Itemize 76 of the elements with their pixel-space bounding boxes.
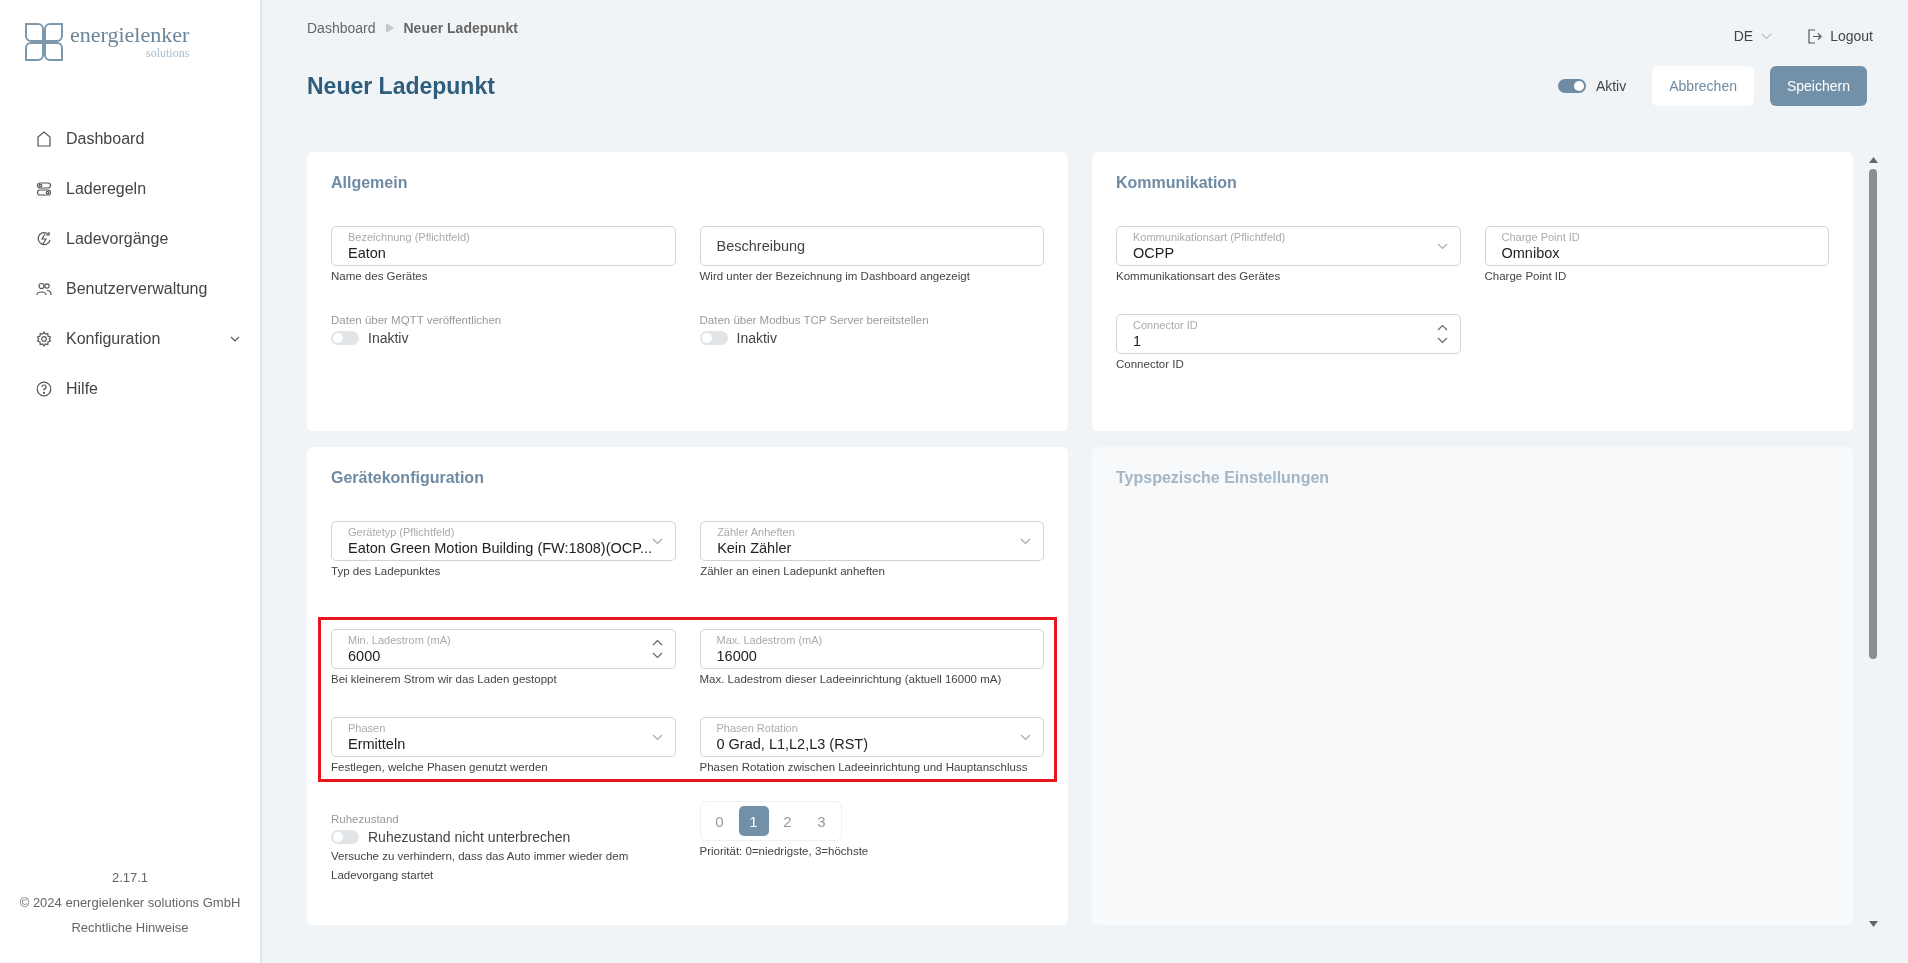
toggle-label: Aktiv <box>1595 78 1627 94</box>
input-field[interactable]: Bezeichnung (Pflichtfeld) Eaton <box>331 226 676 266</box>
logo-icon <box>24 22 64 62</box>
gear-icon <box>36 331 52 347</box>
input-field[interactable]: Beschreibung <box>699 226 1044 266</box>
sidebar-item[interactable]: Benutzerverwaltung <box>36 264 260 314</box>
help-icon <box>36 381 52 397</box>
chevron-down-icon <box>1020 733 1031 741</box>
logo-tagline: solutions <box>145 45 190 61</box>
chevron-down-icon <box>651 733 663 741</box>
copyright-text: © 2024 energielenker solutions GmbH <box>19 895 241 910</box>
chevron-down-icon <box>230 336 240 342</box>
helper-text: Typ des Ladepunktes <box>331 565 441 577</box>
helper-text: Charge Point ID <box>1484 270 1567 282</box>
toggle-label: Inaktiv <box>368 330 409 346</box>
toggle-label: Inaktiv <box>736 330 777 346</box>
helper-text: Kommunikationsart des Gerätes <box>1116 270 1281 282</box>
sidebar-item[interactable]: Dashboard <box>36 114 260 164</box>
toggle-caption: Ruhezustand <box>331 813 399 825</box>
chevron-down-icon <box>1436 242 1448 250</box>
breadcrumb-link[interactable]: Dashboard <box>307 20 376 36</box>
sidebar-item[interactable]: Ladevorgänge <box>36 214 260 264</box>
helper-text: Festlegen, welche Phasen genutzt werden <box>331 761 548 773</box>
helper-text: Connector ID <box>1116 358 1184 370</box>
scroll-down-icon[interactable] <box>1868 921 1878 927</box>
card-title: Typspezische Einstellungen <box>1116 469 1331 487</box>
helper-text: Max. Ladestrom dieser Ladeeinrichtung (aktuell 16000 mA) <box>699 673 1002 685</box>
input-field[interactable]: Max. Ladestrom (mA) 16000 <box>699 629 1044 669</box>
select-field[interactable]: Phasen Ermitteln <box>331 717 676 757</box>
toggle-switch[interactable] <box>331 830 359 844</box>
scroll-up-icon[interactable] <box>1868 157 1878 163</box>
helper-text: Zähler an einen Ladepunkt anheften <box>700 565 885 577</box>
spinner-arrows-icon[interactable] <box>651 639 663 659</box>
users-icon <box>36 281 52 297</box>
input-field[interactable]: Charge Point ID Omnibox <box>1484 226 1829 266</box>
card-title: Allgemein <box>331 174 409 192</box>
input-field[interactable]: Min. Ladestrom (mA) 6000 <box>331 629 676 669</box>
bolt-refresh-icon <box>36 231 52 247</box>
breadcrumb-link[interactable]: Neuer Ladepunkt <box>403 20 518 36</box>
helper-text: Bei kleinerem Strom wir das Laden gestoppt <box>331 673 557 685</box>
home-icon <box>36 131 52 147</box>
input-field[interactable]: Connector ID 1 <box>1116 314 1461 354</box>
helper-text: Phasen Rotation zwischen Ladeeinrichtung und Hauptanschluss <box>699 761 1028 773</box>
card-title: Kommunikation <box>1116 174 1238 192</box>
select-field[interactable]: Zähler Anheften Kein Zähler <box>700 521 1044 561</box>
version-text: 2.17.1 <box>111 870 149 885</box>
helper-text: Priorität: 0=niedrigste, 3=höchste <box>699 845 869 857</box>
logout-button[interactable]: Logout <box>1808 28 1873 44</box>
helper-text: Wird unter der Bezeichnung im Dashboard angezeigt <box>699 270 970 282</box>
toggle-caption: Daten über MQTT veröffentlichen <box>331 314 502 326</box>
sidebar-item[interactable]: Laderegeln <box>36 164 260 214</box>
cancel-button[interactable]: Abbrechen <box>1652 66 1754 106</box>
page-title: Neuer Ladepunkt <box>307 72 495 100</box>
toggle-switch[interactable] <box>699 331 728 345</box>
chevron-down-icon <box>1761 32 1773 40</box>
logo-wordmark: energielenker <box>70 23 190 46</box>
select-field[interactable]: Kommunikationsart (Pflichtfeld) OCPP <box>1116 226 1461 266</box>
language-dropdown[interactable]: DE <box>1733 28 1773 44</box>
toggle-label: Ruhezustand nicht unterbrechen <box>368 829 571 845</box>
select-field[interactable]: Gerätetyp (Pflichtfeld) Eaton Green Motion Building (FW:1808)(OCP... <box>331 521 677 561</box>
toggle-caption: Daten über Modbus TCP Server bereitstellen <box>699 314 929 326</box>
chevron-down-icon <box>652 537 664 545</box>
toggles-icon <box>36 181 52 197</box>
helper-text: Name des Gerätes <box>331 270 428 282</box>
toggle-switch[interactable] <box>331 331 359 345</box>
select-field[interactable]: Phasen Rotation 0 Grad, L1,L2,L3 (RST) <box>699 717 1044 757</box>
breadcrumb-separator-icon <box>385 23 394 33</box>
helper-text: Versuche zu verhindern, dass das Auto immer wieder dem Ladevorgang startet <box>331 849 630 883</box>
sidebar-item[interactable]: Konfiguration <box>36 314 260 364</box>
active-toggle[interactable] <box>1557 79 1586 93</box>
legal-link[interactable]: Rechtliche Hinweise <box>71 920 189 935</box>
card-title: Gerätekonfiguration <box>331 469 485 487</box>
logout-icon <box>1808 28 1823 44</box>
chevron-down-icon <box>1020 537 1031 545</box>
sidebar-item[interactable]: Hilfe <box>36 364 260 414</box>
spinner-arrows-icon[interactable] <box>1436 324 1448 344</box>
